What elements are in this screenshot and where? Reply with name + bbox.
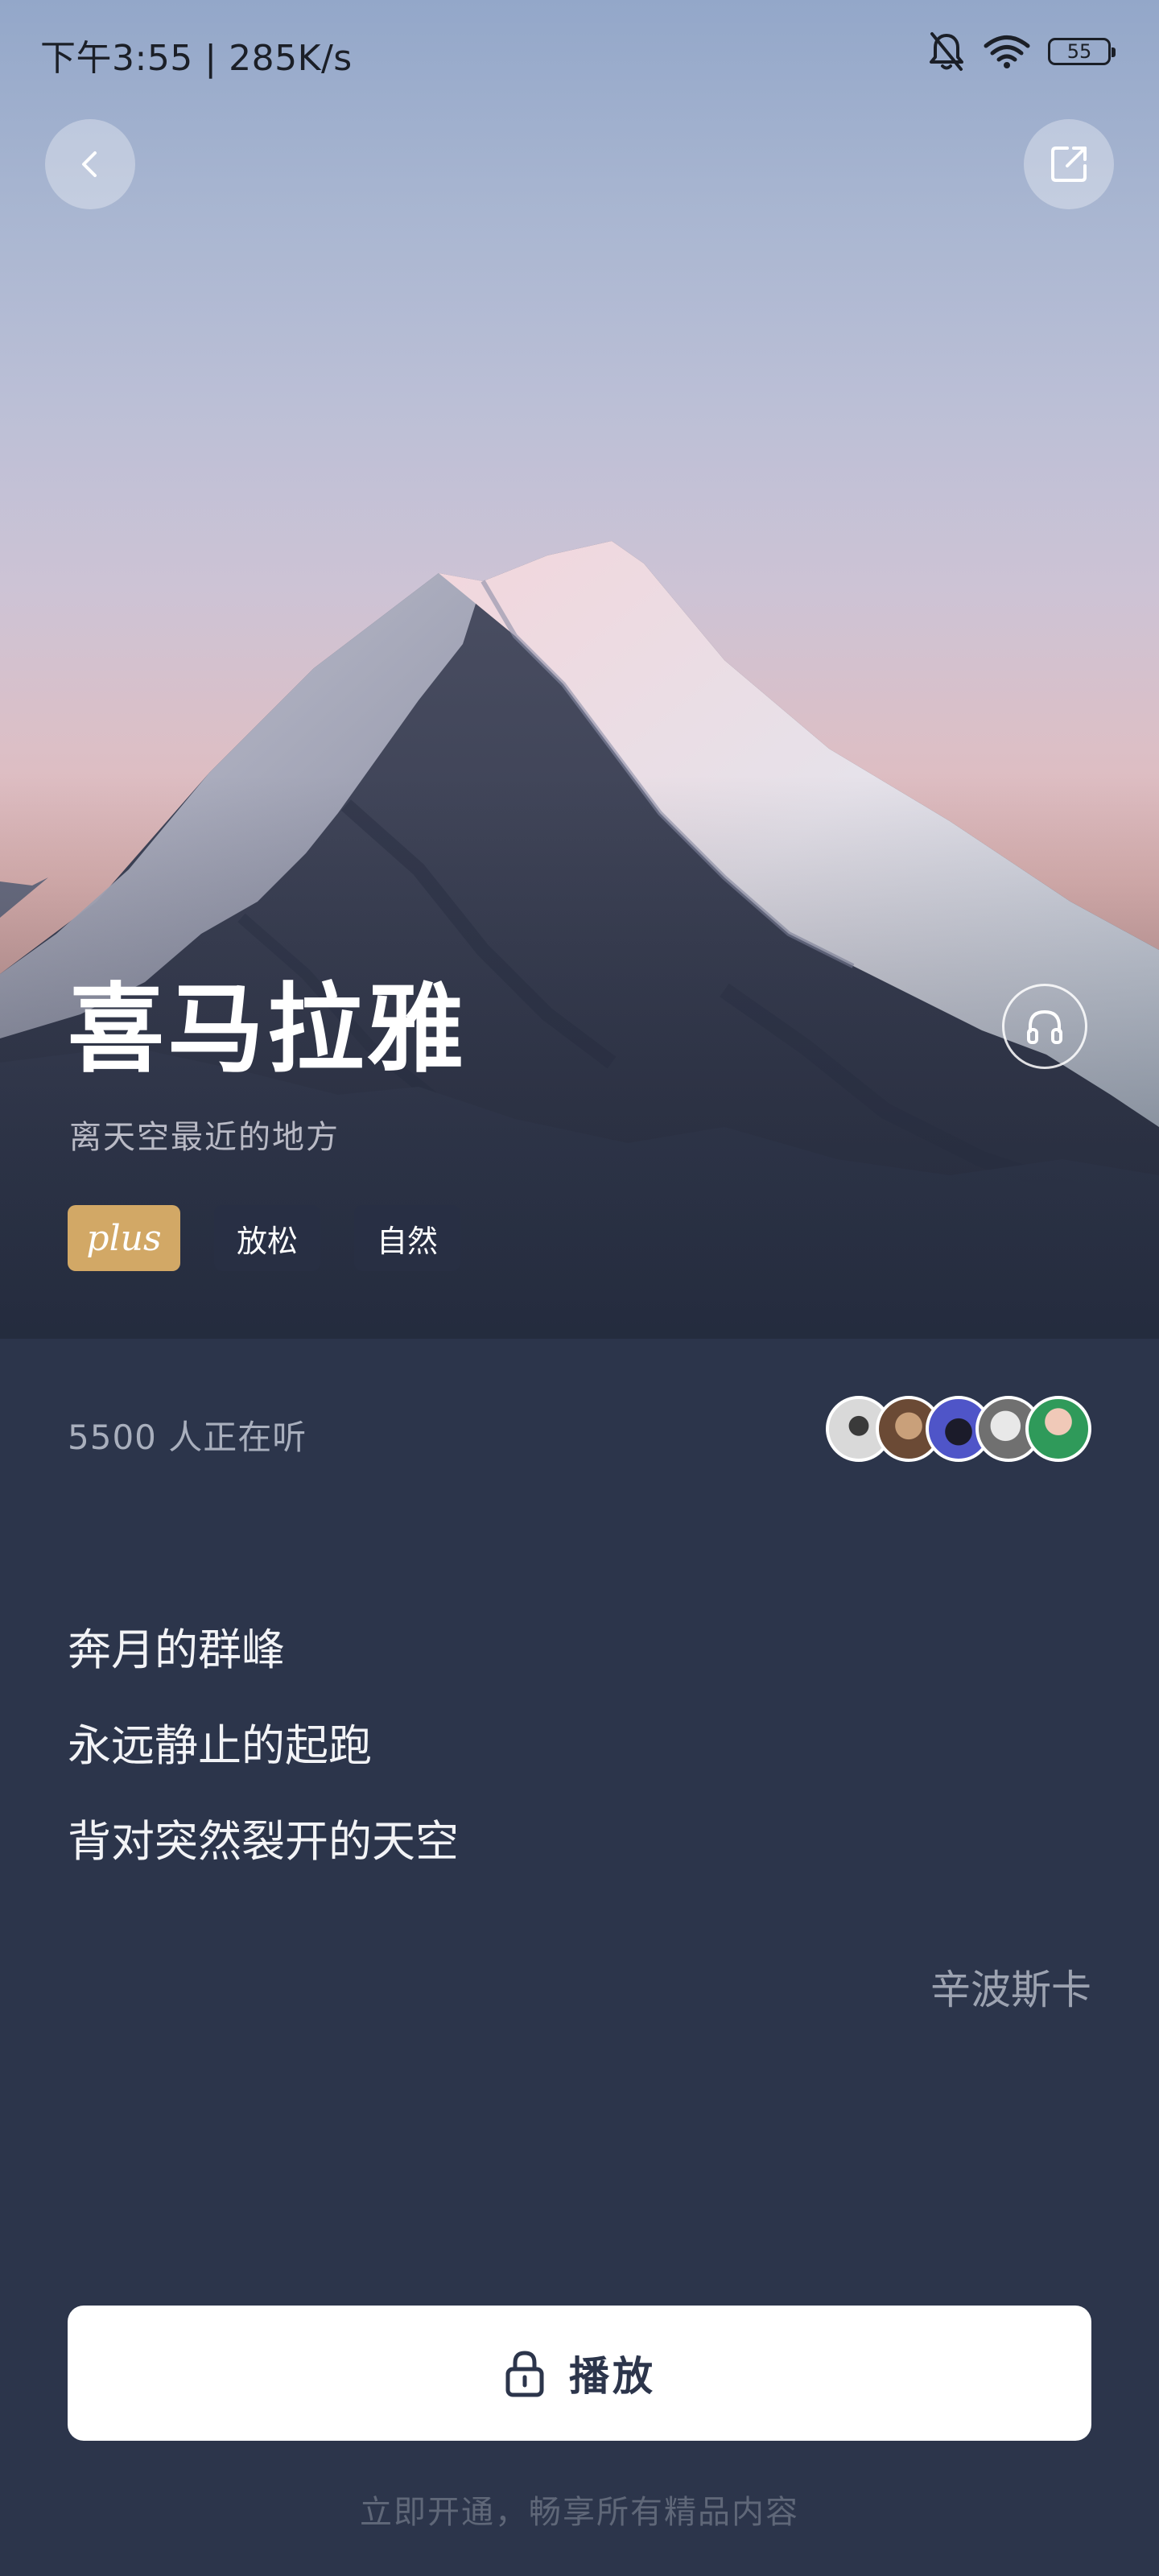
share-button[interactable] [1024, 119, 1114, 209]
screen: 下午3:55 | 285K/s 55 喜马拉雅 离天空最近的地方 plus 放松… [0, 0, 1159, 2576]
poem-line: 奔月的群峰 [68, 1624, 285, 1675]
wifi-icon [984, 35, 1030, 68]
bell-muted-icon [930, 32, 963, 71]
share-icon [1051, 147, 1087, 182]
poem-line: 永远静止的起跑 [68, 1720, 372, 1771]
status-bar: 下午3:55 | 285K/s 55 [0, 0, 1159, 105]
tag-nature[interactable]: 自然 [354, 1205, 461, 1271]
headphones-button[interactable] [1002, 984, 1087, 1069]
back-button[interactable] [45, 119, 135, 209]
status-icons: 55 [927, 29, 1116, 74]
tag-plus[interactable]: plus [68, 1205, 180, 1271]
tag-relax[interactable]: 放松 [214, 1205, 321, 1271]
poem-author: 辛波斯卡 [930, 1967, 1091, 2013]
play-button-label: 播放 [569, 2353, 656, 2400]
listener-avatars [826, 1396, 1091, 1462]
subscribe-promo[interactable]: 立即开通，畅享所有精品内容 [0, 2486, 1159, 2533]
page-title: 喜马拉雅 [68, 974, 467, 1086]
status-time: 下午3:55 | 285K/s [40, 38, 353, 79]
page-subtitle: 离天空最近的地方 [69, 1119, 340, 1156]
tag-list: plus 放松 自然 [68, 1205, 461, 1271]
chevron-left-icon [82, 151, 97, 177]
listener-count: 5500 人正在听 [68, 1418, 307, 1457]
avatar [1025, 1396, 1091, 1462]
poem: 奔月的群峰 永远静止的起跑 背对突然裂开的天空 [68, 1602, 459, 1889]
battery-indicator: 55 [1048, 38, 1116, 65]
lock-icon [505, 2351, 544, 2397]
play-button[interactable]: 播放 [68, 2306, 1091, 2441]
headphones-icon [1027, 1009, 1062, 1044]
poem-line: 背对突然裂开的天空 [68, 1816, 459, 1867]
